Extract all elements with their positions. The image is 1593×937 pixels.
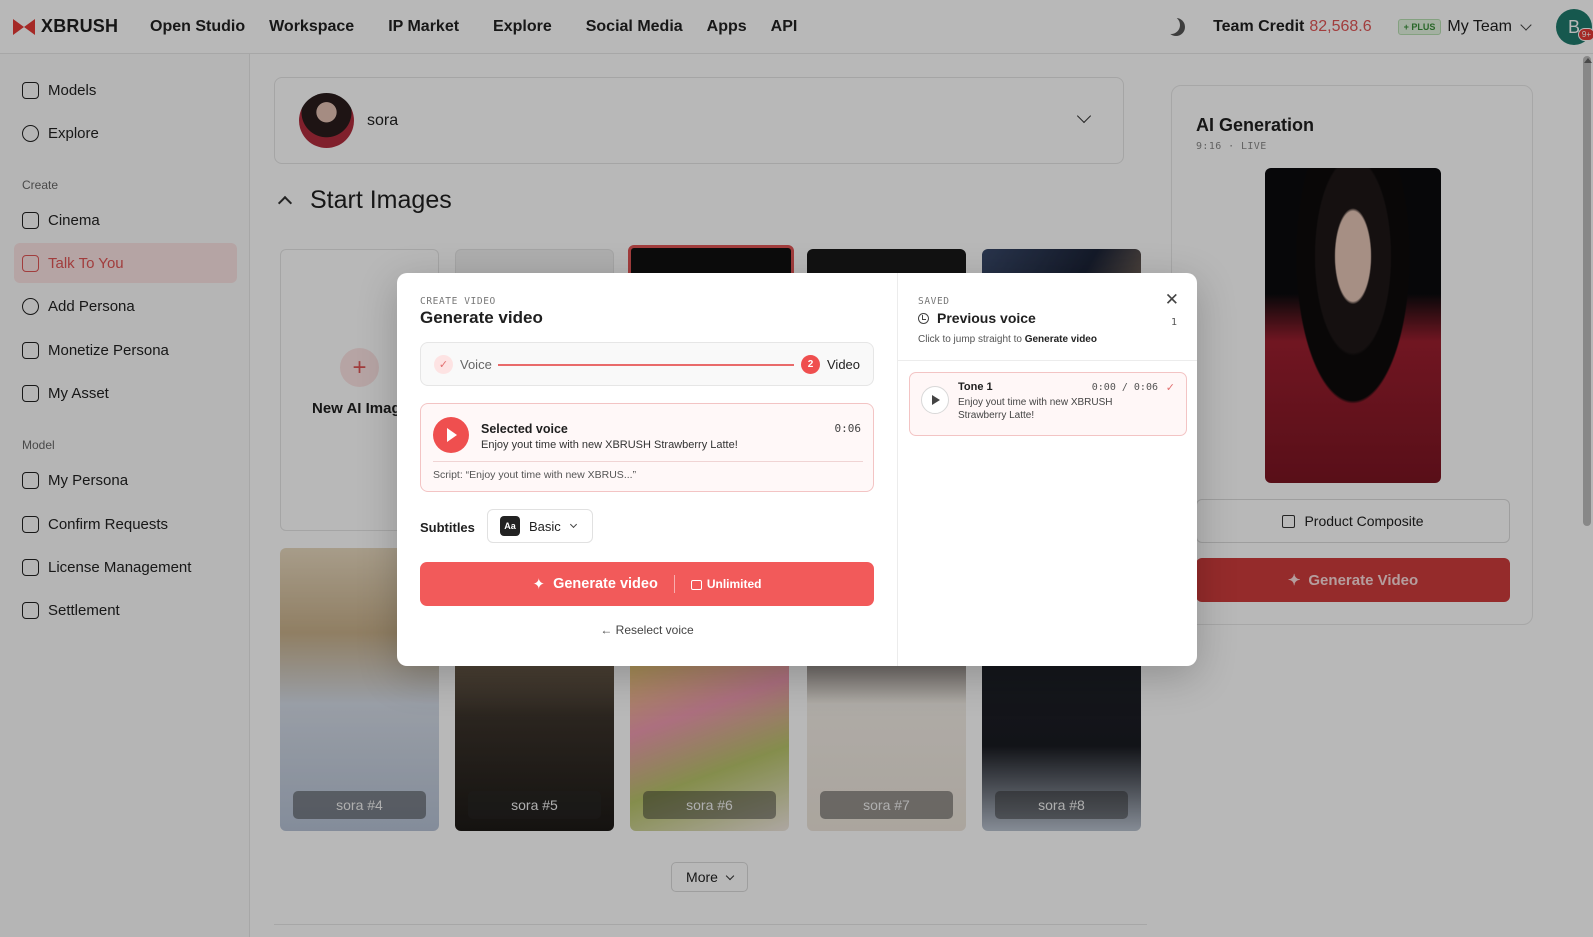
step-indicator: ✓ Voice 2 Video — [420, 342, 874, 386]
modal-eyebrow: CREATE VIDEO — [420, 296, 496, 307]
selected-voice-duration: 0:06 — [834, 422, 862, 435]
sparkle-icon: ✦ — [532, 576, 546, 593]
subtitles-value: Basic — [529, 518, 561, 534]
previous-voice-title: Previous voice — [937, 310, 1036, 326]
previous-voice-heading: Previous voice — [918, 310, 1036, 326]
selected-voice-text: Enjoy yout time with new XBRUSH Strawber… — [481, 439, 738, 451]
close-icon[interactable]: ✕ — [1165, 290, 1179, 310]
previous-voice-hint: Click to jump straight to Generate video — [918, 334, 1097, 345]
chevron-down-icon — [569, 520, 577, 529]
play-icon[interactable] — [921, 386, 949, 414]
selected-voice-card: Selected voice Enjoy yout time with new … — [420, 403, 874, 492]
generate-video-submit-label: Generate video — [553, 576, 658, 592]
saved-eyebrow: SAVED — [918, 296, 950, 307]
font-style-icon: Aa — [500, 516, 520, 536]
step-voice-label[interactable]: Voice — [460, 357, 492, 372]
check-icon: ✓ — [1165, 382, 1175, 394]
subtitles-select[interactable]: Aa Basic — [487, 509, 593, 543]
gift-icon — [690, 580, 702, 590]
previous-voice-count: 1 — [1170, 317, 1177, 328]
reselect-voice-link[interactable]: ← Reselect voice — [397, 623, 897, 637]
modal-main-pane: CREATE VIDEO Generate video ✓ Voice 2 Vi… — [397, 273, 897, 666]
generate-video-submit-button[interactable]: ✦ Generate video Unlimited — [420, 562, 874, 606]
check-icon: ✓ — [434, 355, 453, 374]
previous-voice-pane: SAVED ✕ Previous voice 1 Click to jump s… — [897, 273, 1197, 666]
divider — [433, 461, 863, 462]
unlimited-label: Unlimited — [706, 577, 762, 591]
tone-time: 0:00 / 0:06 — [1091, 382, 1158, 393]
play-icon[interactable] — [433, 417, 469, 453]
tone-text: Enjoy yout time with new XBRUSH Strawber… — [958, 397, 1113, 421]
history-icon — [918, 312, 929, 324]
divider — [673, 575, 675, 593]
hint-target: Generate video — [1024, 334, 1097, 345]
step-progress-line — [498, 364, 794, 366]
step-video-label: Video — [827, 357, 861, 372]
divider — [898, 360, 1197, 361]
step-video-number: 2 — [801, 355, 820, 374]
tone-item[interactable]: Tone 1 Enjoy yout time with new XBRUSH S… — [909, 372, 1187, 436]
generate-video-modal: CREATE VIDEO Generate video ✓ Voice 2 Vi… — [397, 273, 1197, 666]
selected-voice-script: Script: “Enjoy yout time with new XBRUS.… — [433, 469, 637, 481]
modal-title: Generate video — [420, 308, 543, 327]
hint-prefix: Click to jump straight to — [918, 334, 1022, 345]
tone-title: Tone 1 — [958, 381, 993, 393]
subtitles-label: Subtitles — [420, 520, 475, 535]
selected-voice-title: Selected voice — [481, 422, 568, 436]
